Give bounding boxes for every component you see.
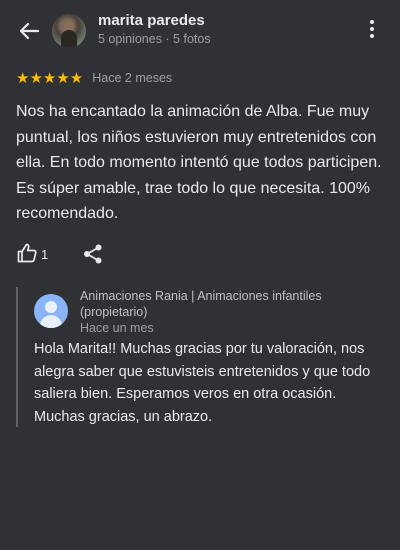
back-arrow-icon[interactable] [14,16,44,46]
owner-reply-date: Hace un mes [80,321,154,335]
rating-row: ★★★★★ Hace 2 meses [16,68,172,88]
reply-divider [16,287,18,427]
owner-name: Animaciones Rania | Animaciones infantil… [80,289,322,319]
reviewer-avatar[interactable] [52,14,86,48]
like-count: 1 [41,247,49,262]
reviewer-meta: 5 opiniones · 5 fotos [98,32,211,46]
reviewer-name[interactable]: marita paredes [98,12,205,29]
star-rating: ★★★★★ [16,70,84,87]
review-header: marita paredes 5 opiniones · 5 fotos [0,0,400,62]
thumb-up-icon[interactable] [16,242,38,264]
review-date: Hace 2 meses [92,71,173,85]
share-icon[interactable] [82,243,104,265]
review-text: Nos ha encantado la animación de Alba. F… [16,103,382,222]
owner-reply-text: Hola Marita!! Muchas gracias por tu valo… [34,341,371,425]
owner-avatar [34,294,68,328]
more-options-icon[interactable] [360,18,384,44]
